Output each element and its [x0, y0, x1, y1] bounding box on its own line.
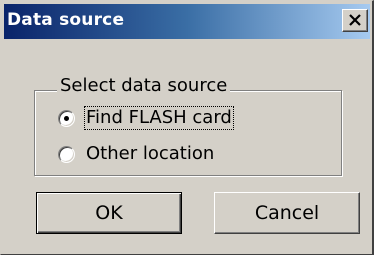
radio-option-other-location[interactable]: Other location	[58, 141, 216, 167]
cancel-button[interactable]: Cancel	[214, 192, 360, 234]
dialog-title: Data source	[7, 10, 125, 30]
close-icon	[349, 14, 361, 26]
radio-selected-dot	[64, 115, 69, 121]
radio-label-other-location[interactable]: Other location	[84, 142, 216, 166]
radio-label-flash-card[interactable]: Find FLASH card	[84, 106, 234, 130]
radio-button-other-location[interactable]	[58, 145, 75, 163]
group-label: Select data source	[57, 74, 231, 98]
ok-button[interactable]: OK	[36, 192, 182, 234]
data-source-dialog: Data source Select data source Find FLAS…	[0, 0, 374, 255]
title-bar[interactable]: Data source	[4, 4, 370, 39]
close-button[interactable]	[342, 9, 368, 32]
radio-option-flash-card[interactable]: Find FLASH card	[58, 105, 234, 131]
radio-button-flash-card[interactable]	[58, 109, 75, 127]
